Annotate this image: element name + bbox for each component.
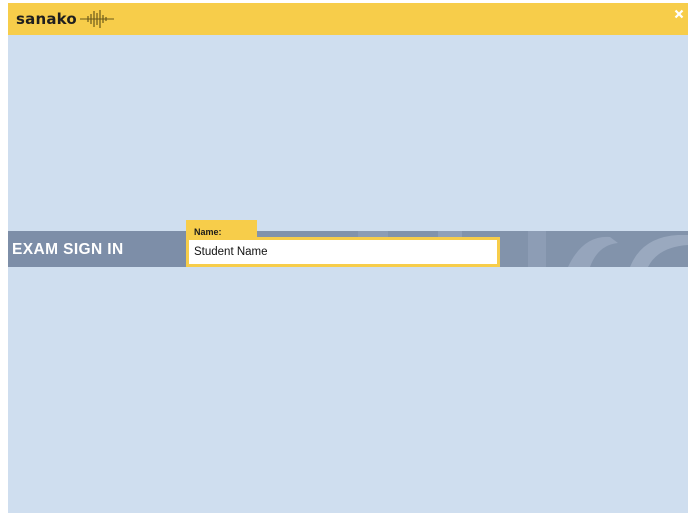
name-input[interactable] xyxy=(186,237,500,267)
close-button[interactable] xyxy=(670,3,688,25)
exam-window: sanako EXAM SIGN IN Name: Student Name xyxy=(8,3,688,513)
sound-wave-icon xyxy=(79,10,114,28)
sanako-logo: sanako xyxy=(16,10,114,28)
name-label: Name: xyxy=(194,227,222,237)
logo-text: sanako xyxy=(16,10,77,28)
exam-sign-in-title: EXAM SIGN IN xyxy=(12,241,124,258)
title-bar: sanako xyxy=(8,3,688,35)
close-icon xyxy=(674,9,684,19)
